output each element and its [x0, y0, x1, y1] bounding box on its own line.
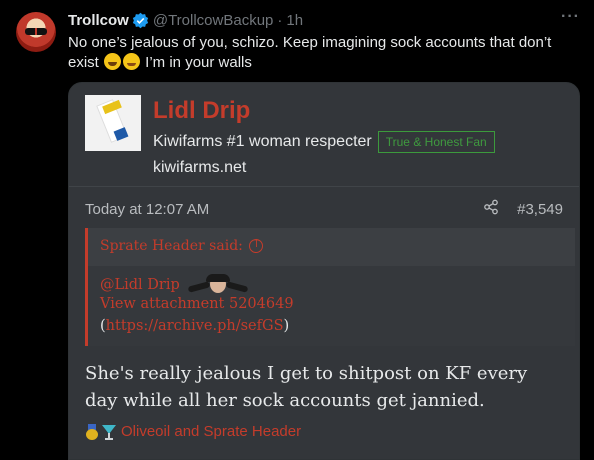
quote-author: Sprate Header said: — [100, 238, 243, 254]
grinning-emoji-icon — [104, 53, 122, 70]
paren-close: ) — [283, 318, 290, 334]
site-url: kiwifarms.net — [153, 159, 247, 176]
card-username: Lidl Drip — [153, 97, 251, 124]
verified-icon — [132, 12, 148, 28]
tweet-text-part2: I’m in your walls — [141, 54, 252, 71]
tweet-text: No one’s jealous of you, schizo. Keep im… — [68, 33, 568, 73]
author-name[interactable]: Trollcow — [68, 12, 129, 29]
more-icon[interactable]: ··· — [561, 8, 580, 26]
reaction-image — [184, 274, 252, 296]
reactions-text: Oliveoil and Sprate Header — [121, 423, 302, 440]
tweet-header: Trollcow @TrollcowBackup · 1h — [68, 11, 303, 29]
quote-mention-line: @Lidl Drip — [100, 274, 252, 296]
hand-over-mouth-emoji-icon — [123, 53, 141, 70]
card-user-title: Kiwifarms #1 woman respecter True & Hone… — [153, 131, 495, 153]
jump-up-icon — [248, 237, 263, 253]
tweet-time[interactable]: 1h — [286, 12, 303, 29]
medal-icon — [85, 423, 99, 440]
fan-badge: True & Honest Fan — [377, 131, 495, 153]
embedded-screenshot-card[interactable]: Lidl Drip Kiwifarms #1 woman respecter T… — [68, 82, 580, 460]
separator-dot: · — [277, 11, 283, 29]
author-avatar[interactable] — [16, 12, 56, 52]
quote-block: Sprate Header said: @Lidl Drip View atta… — [85, 228, 575, 346]
post-body: She's really jealous I get to shitpost o… — [85, 363, 528, 411]
reactions-row: Oliveoil and Sprate Header — [85, 423, 301, 440]
quote-body: @Lidl Drip View attachment 5204649 (http… — [88, 266, 575, 346]
share-icon — [484, 199, 498, 215]
card-divider — [69, 186, 579, 187]
quote-header: Sprate Header said: — [100, 237, 263, 254]
quote-link-line: (https://archive.ph/sefGS) — [100, 318, 289, 334]
user-title-text: Kiwifarms #1 woman respecter — [153, 133, 372, 150]
quote-mention: @Lidl Drip — [100, 277, 180, 293]
author-handle[interactable]: @TrollcowBackup — [153, 12, 274, 29]
quote-link: https://archive.ph/sefGS — [105, 318, 284, 334]
post-number: #3,549 — [517, 201, 563, 218]
tweet[interactable]: Trollcow @TrollcowBackup · 1h ··· No one… — [0, 0, 594, 460]
cocktail-icon — [101, 424, 117, 440]
profile-thumbnail — [85, 95, 141, 151]
quote-attachment: View attachment 5204649 — [100, 296, 294, 312]
post-timestamp: Today at 12:07 AM — [85, 201, 210, 218]
